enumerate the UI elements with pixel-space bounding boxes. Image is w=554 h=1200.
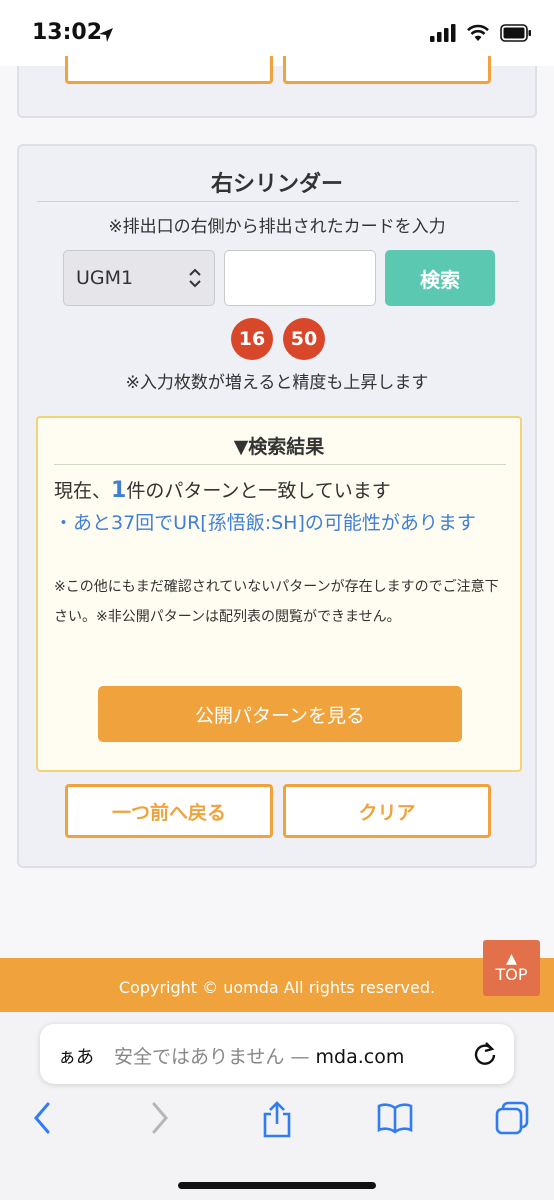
wifi-icon (467, 24, 489, 41)
match-count-text: 現在、1件のパターンと一致しています (54, 476, 391, 503)
right-cylinder-card: 右シリンダー ※排出口の右側から排出されたカードを入力 UGM1 検索 16 5… (17, 144, 537, 868)
results-notice: ※この他にもまだ確認されていないパターンが存在しますのでご注意下さい。※非公開パ… (54, 579, 499, 625)
accuracy-note: ※入力枚数が増えると精度も上昇します (125, 373, 429, 393)
copyright-text: Copyright © uomda All rights reserved. (118, 978, 436, 997)
series-select-value: UGM1 (76, 267, 134, 289)
site-footer: Copyright © uomda All rights reserved. (0, 958, 554, 1012)
previous-clear-button[interactable] (283, 56, 491, 84)
section-instruction: ※排出口の右側から排出されたカードを入力 (108, 217, 446, 237)
back-one-step-button[interactable]: 一つ前へ戻る (65, 784, 273, 838)
home-indicator (178, 1182, 376, 1189)
previous-back-button[interactable] (65, 56, 273, 84)
status-time: 13:02 (32, 20, 103, 45)
text-size-button[interactable]: ぁあ (58, 1043, 94, 1069)
reload-icon[interactable] (472, 1040, 498, 1068)
back-arrow-icon[interactable] (30, 1100, 54, 1136)
url-domain: mda.com (315, 1046, 405, 1068)
search-button[interactable]: 検索 (385, 250, 495, 306)
card-number-input[interactable] (224, 250, 376, 306)
tabs-icon[interactable] (494, 1100, 530, 1136)
count-badge-50: 50 (283, 318, 325, 360)
previous-section-card (17, 56, 537, 118)
back-to-top-button[interactable]: ▲ TOP (483, 940, 540, 996)
results-title: ▼検索結果 (233, 436, 325, 458)
up-arrow-icon: ▲ (506, 951, 517, 967)
share-icon[interactable] (260, 1100, 294, 1140)
signal-icon (430, 24, 456, 42)
top-label: TOP (495, 965, 528, 984)
series-select[interactable]: UGM1 (63, 250, 215, 306)
forward-arrow-icon[interactable] (148, 1100, 172, 1136)
match-suffix: 件のパターンと一致しています (126, 480, 391, 502)
address-bar[interactable]: ぁあ 安全ではありません — mda.com (40, 1024, 514, 1084)
search-results-box: ▼検索結果 現在、1件のパターンと一致しています ・あと37回でUR[孫悟飯:S… (36, 416, 522, 772)
url-text[interactable]: 安全ではありません — mda.com (114, 1042, 404, 1069)
chevron-updown-icon (189, 268, 201, 288)
count-badge-16: 16 (231, 318, 273, 360)
location-icon (99, 28, 113, 42)
clear-button[interactable]: クリア (283, 784, 491, 838)
url-security-warning: 安全ではありません — (114, 1046, 316, 1068)
bookmarks-icon[interactable] (376, 1100, 414, 1136)
ur-prediction-link[interactable]: ・あと37回でUR[孫悟飯:SH]の可能性があります (54, 508, 510, 539)
view-public-patterns-button[interactable]: 公開パターンを見る (98, 686, 462, 742)
battery-icon (500, 24, 531, 42)
match-prefix: 現在、 (54, 480, 112, 502)
section-title: 右シリンダー (210, 172, 343, 197)
title-divider (37, 201, 519, 202)
match-count: 1 (111, 478, 127, 503)
results-divider (54, 464, 506, 465)
